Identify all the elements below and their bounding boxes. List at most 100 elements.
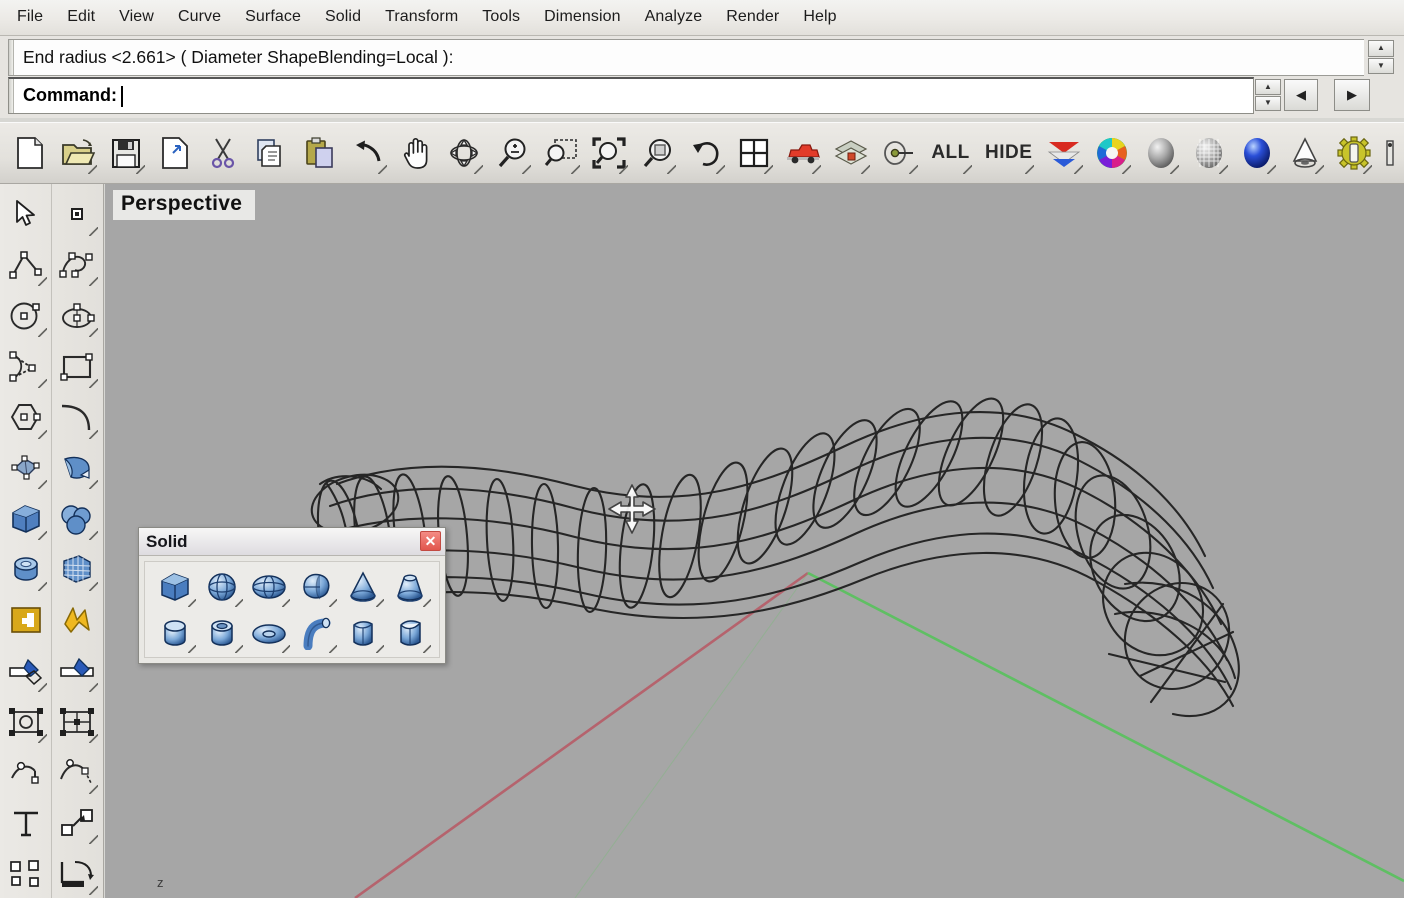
zoom-extents-button[interactable]	[588, 130, 631, 176]
command-history[interactable]: End radius <2.661> ( Diameter ShapeBlend…	[8, 39, 1364, 76]
revolve-button[interactable]	[54, 444, 100, 493]
layers-button[interactable]	[829, 130, 872, 176]
zoom-selected-button[interactable]	[636, 130, 679, 176]
four-view-button[interactable]	[733, 130, 776, 176]
show-objects-button[interactable]	[878, 130, 921, 176]
box-solid-button[interactable]	[3, 494, 49, 543]
solid-pipe-button[interactable]	[292, 611, 339, 655]
object-color-button[interactable]	[1091, 130, 1134, 176]
rendered-view-button[interactable]	[1236, 130, 1279, 176]
scroll-down-button[interactable]: ▼	[1368, 57, 1394, 74]
boolean-union-button[interactable]	[3, 596, 49, 645]
command-spin-down-button[interactable]: ▼	[1255, 95, 1281, 111]
blend-curve-button[interactable]	[54, 748, 100, 797]
solid-paraboloid-button[interactable]	[292, 565, 339, 609]
surface-patch-button[interactable]	[54, 545, 100, 594]
command-spin-up-button[interactable]: ▲	[1255, 79, 1281, 95]
cut-button[interactable]	[201, 130, 244, 176]
polyline-button[interactable]	[3, 241, 49, 290]
interpolate-curve-button[interactable]	[54, 241, 100, 290]
undo-view-button[interactable]	[684, 130, 727, 176]
command-line-spinner[interactable]: ▲ ▼	[1255, 79, 1281, 111]
command-prompt-text: Command:	[23, 85, 117, 106]
edit-points-button[interactable]	[54, 697, 100, 746]
ghosted-view-button[interactable]	[1187, 130, 1230, 176]
hide-objects-button[interactable]: HIDE	[980, 130, 1037, 176]
named-views-button[interactable]	[781, 130, 824, 176]
pan-button[interactable]	[395, 130, 438, 176]
points-on-button[interactable]	[3, 697, 49, 746]
solid-ellipsoid-button[interactable]	[245, 565, 292, 609]
undo-button[interactable]	[346, 130, 389, 176]
zoom-in-out-button[interactable]	[491, 130, 534, 176]
rectangle-button[interactable]	[54, 342, 100, 391]
layers-icon	[834, 140, 868, 165]
solid-tube-button[interactable]	[198, 611, 245, 655]
curve-control-points-button[interactable]	[3, 342, 49, 391]
arc-button[interactable]	[54, 393, 100, 442]
command-next-button[interactable]: ▶	[1334, 79, 1370, 111]
menu-item-file[interactable]: File	[6, 4, 54, 31]
menu-item-surface[interactable]: Surface	[234, 4, 312, 31]
copy-button[interactable]	[250, 130, 293, 176]
open-file-button[interactable]	[56, 130, 99, 176]
close-button[interactable]: ✕	[420, 531, 441, 551]
solid-extrude-curve-button[interactable]	[339, 611, 386, 655]
command-history-scroll-spinner[interactable]: ▲ ▼	[1368, 40, 1394, 74]
text-button[interactable]	[3, 799, 49, 848]
rotate-button[interactable]	[54, 849, 100, 898]
solid-cylinder-button[interactable]	[151, 611, 198, 655]
command-prev-button[interactable]: ◀	[1284, 79, 1318, 111]
menu-item-transform[interactable]: Transform	[374, 4, 469, 31]
split-button[interactable]	[54, 646, 100, 695]
options-button[interactable]	[1332, 130, 1375, 176]
solid-torus-button[interactable]	[245, 611, 292, 655]
menu-item-edit[interactable]: Edit	[56, 4, 106, 31]
flyout-indicator	[1073, 165, 1083, 174]
explode-button[interactable]	[54, 596, 100, 645]
trim-button[interactable]	[3, 646, 49, 695]
print-button[interactable]	[153, 130, 196, 176]
ellipse-icon	[62, 303, 95, 328]
shaded-view-button[interactable]	[1139, 130, 1182, 176]
solid-sphere-button[interactable]	[198, 565, 245, 609]
polygon-button[interactable]	[3, 393, 49, 442]
menu-item-dimension[interactable]: Dimension	[533, 4, 632, 31]
solid-toolbar-titlebar[interactable]: Solid ✕	[139, 528, 445, 556]
solid-box-button[interactable]	[151, 565, 198, 609]
menu-item-analyze[interactable]: Analyze	[634, 4, 714, 31]
menu-item-view[interactable]: View	[108, 4, 165, 31]
point-button[interactable]	[54, 190, 100, 239]
ellipse-button[interactable]	[54, 291, 100, 340]
menu-item-tools[interactable]: Tools	[471, 4, 531, 31]
surface-from-points-button[interactable]	[3, 444, 49, 493]
menu-item-solid[interactable]: Solid	[314, 4, 372, 31]
cylinder-solid-button[interactable]	[3, 545, 49, 594]
menu-item-curve[interactable]: Curve	[167, 4, 232, 31]
zoom-window-button[interactable]	[539, 130, 582, 176]
scroll-up-button[interactable]: ▲	[1368, 40, 1394, 57]
solid-toolbar-window[interactable]: Solid ✕	[138, 527, 446, 664]
command-line[interactable]: Command:	[8, 77, 1254, 114]
fillet-curves-button[interactable]	[3, 748, 49, 797]
solid-truncated-cone-button[interactable]	[386, 565, 433, 609]
more-tools-button[interactable]	[1380, 130, 1404, 176]
circle-button[interactable]	[3, 291, 49, 340]
paste-button[interactable]	[298, 130, 341, 176]
select-all-button[interactable]: ALL	[926, 130, 975, 176]
solid-extrude-surface-button[interactable]	[386, 611, 433, 655]
rotate-view-button[interactable]	[443, 130, 486, 176]
flyout-indicator	[89, 531, 98, 541]
spotlight-button[interactable]	[1284, 130, 1327, 176]
select-objects-button[interactable]	[3, 190, 49, 239]
array-button[interactable]	[3, 849, 49, 898]
new-file-button[interactable]	[8, 130, 51, 176]
wireframe-pipe-object[interactable]	[306, 390, 1251, 717]
sphere-solid-button[interactable]	[54, 494, 100, 543]
menu-item-help[interactable]: Help	[792, 4, 847, 31]
scale-button[interactable]	[54, 799, 100, 848]
render-mesh-button[interactable]	[1042, 130, 1085, 176]
solid-cone-button[interactable]	[339, 565, 386, 609]
save-file-button[interactable]	[105, 130, 148, 176]
menu-item-render[interactable]: Render	[715, 4, 790, 31]
